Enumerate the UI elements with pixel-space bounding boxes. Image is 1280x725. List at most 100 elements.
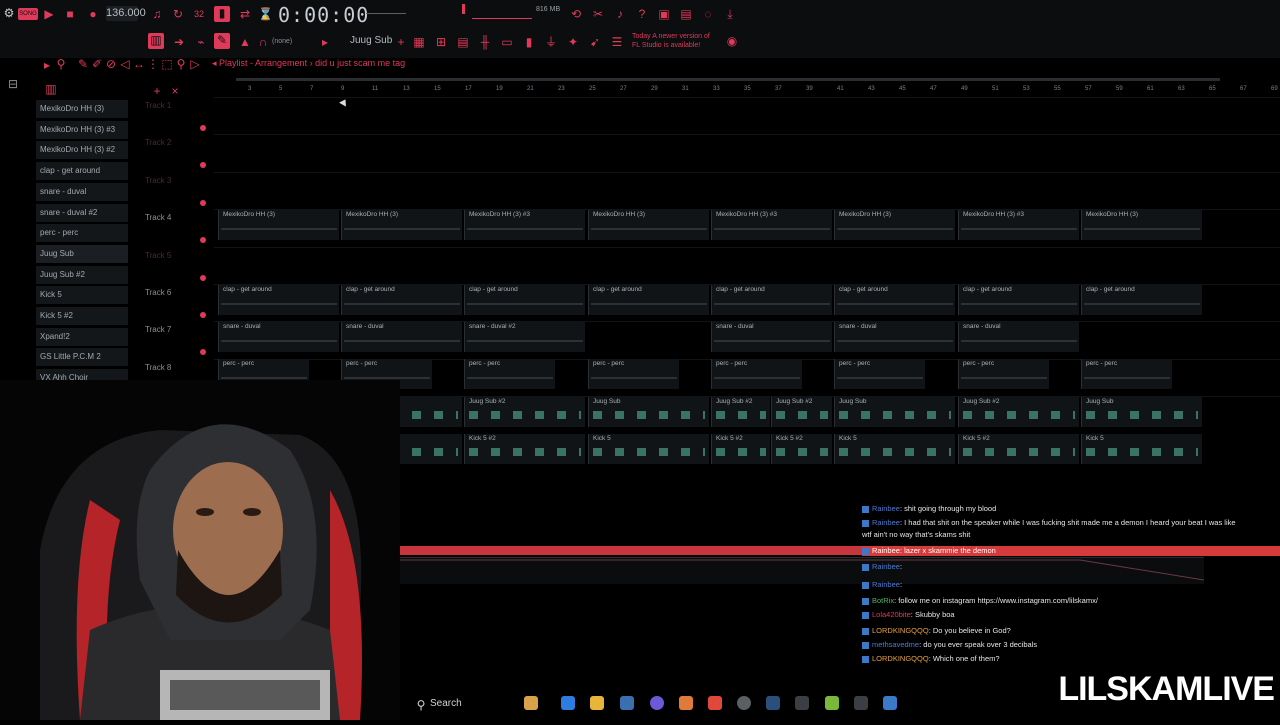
playlist-scrollbar[interactable] — [236, 78, 1220, 81]
playlist-clip[interactable]: snare - duval — [341, 322, 462, 352]
channel-item[interactable]: Kick 5 #2 — [36, 307, 128, 325]
loop-record-icon[interactable]: ↻ — [171, 7, 185, 21]
add-pattern-icon[interactable]: + — [394, 35, 408, 49]
playlist-clip[interactable]: Kick 5 — [1081, 434, 1202, 464]
track-label[interactable]: Track 4 — [145, 213, 171, 222]
track-label[interactable]: Track 2 — [145, 138, 171, 147]
playlist-clip[interactable]: snare - duval #2 — [464, 322, 585, 352]
select-tool-icon[interactable]: ⬚ — [160, 57, 174, 71]
view-browser-icon[interactable]: ▭ — [500, 35, 514, 49]
snap-icon[interactable]: ⌁ — [194, 35, 208, 49]
steam-icon[interactable] — [766, 696, 780, 710]
chat-username[interactable]: Rainbee — [872, 504, 900, 513]
playlist-clip[interactable]: MexikoDro HH (3) #3 — [464, 210, 585, 240]
playlist-clip[interactable]: clap - get around — [834, 285, 955, 315]
playback-tool-icon[interactable]: ▷ — [188, 57, 202, 71]
obs-icon[interactable] — [737, 696, 751, 710]
channel-item[interactable]: MexikoDro HH (3) #3 — [36, 120, 128, 139]
playlist-clip[interactable]: Juug Sub #2 — [771, 397, 832, 427]
macro-icon[interactable]: ➹ — [588, 35, 602, 49]
mic-icon[interactable]: ♪ — [613, 7, 627, 21]
playlist-clip[interactable]: Juug Sub #2 — [958, 397, 1079, 427]
channel-item[interactable]: Kick 5 — [36, 286, 128, 305]
track-label[interactable]: Track 3 — [145, 176, 171, 185]
copilot-icon[interactable] — [561, 696, 575, 710]
pattern-prev-icon[interactable]: ▸ — [318, 35, 332, 49]
channel-item[interactable]: MexikoDro HH (3) — [36, 100, 128, 118]
channel-item[interactable]: Juug Sub — [36, 244, 128, 263]
cut-icon[interactable]: ✂ — [591, 7, 605, 21]
playlist-clip[interactable]: clap - get around — [711, 285, 832, 315]
view-playlist-icon[interactable]: ▦ — [412, 35, 426, 49]
view-piano-roll-icon[interactable]: ⊞ — [434, 35, 448, 49]
fl-logo-icon[interactable]: ⚙ — [2, 6, 16, 20]
playlist-clip[interactable]: perc - perc — [588, 359, 679, 389]
playlist-clip[interactable]: MexikoDro HH (3) — [1081, 210, 1202, 240]
track-row[interactable] — [214, 246, 1280, 285]
track-label[interactable]: Track 5 — [145, 251, 171, 260]
download-icon[interactable]: ⤓ — [723, 7, 737, 21]
playlist-clip[interactable]: clap - get around — [1081, 285, 1202, 315]
channel-item[interactable]: snare - duval #2 — [36, 203, 128, 222]
song-mode-icon[interactable]: SONG — [18, 8, 38, 20]
playlist-tool-icon[interactable]: ⚲ — [54, 57, 68, 71]
track-mute-led[interactable] — [200, 274, 206, 281]
chat-username[interactable]: Rainbee — [872, 546, 900, 555]
browser-folder-icon[interactable]: ⊟ — [6, 77, 20, 91]
magnet-icon[interactable]: ∩ — [256, 35, 270, 49]
vpn-icon[interactable] — [883, 696, 897, 710]
save-icon[interactable]: ▣ — [657, 7, 671, 21]
playlist-clip[interactable]: Kick 5 #2 — [771, 434, 832, 464]
chat-username[interactable]: LORDKINGQQQ — [872, 626, 929, 635]
chat-username[interactable]: Lola420bite — [872, 610, 911, 619]
record-icon[interactable]: ● — [86, 7, 100, 21]
add-track-icon[interactable]: + — [150, 84, 164, 98]
playlist-clip[interactable]: Juug Sub #2 — [711, 397, 770, 427]
search-icon[interactable]: ⚲ — [414, 698, 428, 712]
channel-item[interactable]: MexikoDro HH (3) #2 — [36, 141, 128, 160]
playlist-clip[interactable]: snare - duval — [218, 322, 339, 352]
file-explorer-icon[interactable] — [590, 696, 604, 710]
brave-icon[interactable] — [708, 696, 722, 710]
chat-username[interactable]: BotRix — [872, 596, 894, 605]
arrow-right-icon[interactable]: ➜ — [172, 35, 186, 49]
weather-icon[interactable] — [524, 696, 538, 710]
pencil-icon[interactable]: ✎ — [214, 33, 230, 49]
chat-username[interactable]: Rainbee — [872, 562, 900, 571]
view-channel-rack-icon[interactable]: ▤ — [456, 35, 470, 49]
playlist-clip[interactable]: MexikoDro HH (3) — [218, 210, 339, 240]
channel-item[interactable]: Xpand!2 — [36, 327, 128, 346]
paint-tool-icon[interactable]: ✐ — [90, 57, 104, 71]
track-label[interactable]: Track 1 — [145, 101, 171, 110]
playlist-clip[interactable]: perc - perc — [711, 359, 802, 389]
track-label[interactable]: Track 8 — [145, 363, 171, 372]
playlist-clip[interactable]: Juug Sub — [1081, 397, 1202, 427]
slip-tool-icon[interactable]: ↔ — [132, 57, 146, 71]
chat-icon[interactable]: ◌ — [701, 7, 715, 21]
playlist-clip[interactable]: Kick 5 — [588, 434, 709, 464]
playlist-clip[interactable]: Kick 5 — [834, 434, 955, 464]
channel-item[interactable]: snare - duval — [36, 182, 128, 201]
discord-icon[interactable] — [650, 696, 664, 710]
playlist-clip[interactable]: MexikoDro HH (3) #3 — [711, 210, 832, 240]
close-icon[interactable]: × — [168, 84, 182, 98]
channel-item[interactable]: perc - perc — [36, 224, 128, 243]
channel-item[interactable]: GS Little P.C.M 2 — [36, 348, 128, 367]
tools-icon[interactable]: ✦ — [566, 35, 580, 49]
snap-value[interactable]: (none) — [272, 38, 292, 45]
mute-tool-icon[interactable]: ◁ — [118, 57, 132, 71]
track-row[interactable] — [214, 171, 1280, 210]
track-label[interactable]: Track 7 — [145, 325, 171, 334]
brush-icon[interactable]: ▲ — [238, 35, 252, 49]
playlist-clip[interactable]: perc - perc — [958, 359, 1049, 389]
app-icon[interactable] — [795, 696, 809, 710]
typing-keyboard-icon[interactable]: ▮ — [214, 6, 230, 22]
playlist-clip[interactable]: Kick 5 #2 — [711, 434, 770, 464]
tempo-display[interactable]: 136.000 — [106, 6, 146, 21]
playlist-clip[interactable]: snare - duval — [958, 322, 1079, 352]
track-label[interactable]: Track 6 — [145, 288, 171, 297]
playlist-clip[interactable]: Kick 5 #2 — [958, 434, 1079, 464]
wait-input-icon[interactable]: ⇄ — [238, 7, 252, 21]
track-row[interactable] — [214, 134, 1280, 172]
step-edit-icon[interactable]: 32 — [192, 7, 206, 21]
